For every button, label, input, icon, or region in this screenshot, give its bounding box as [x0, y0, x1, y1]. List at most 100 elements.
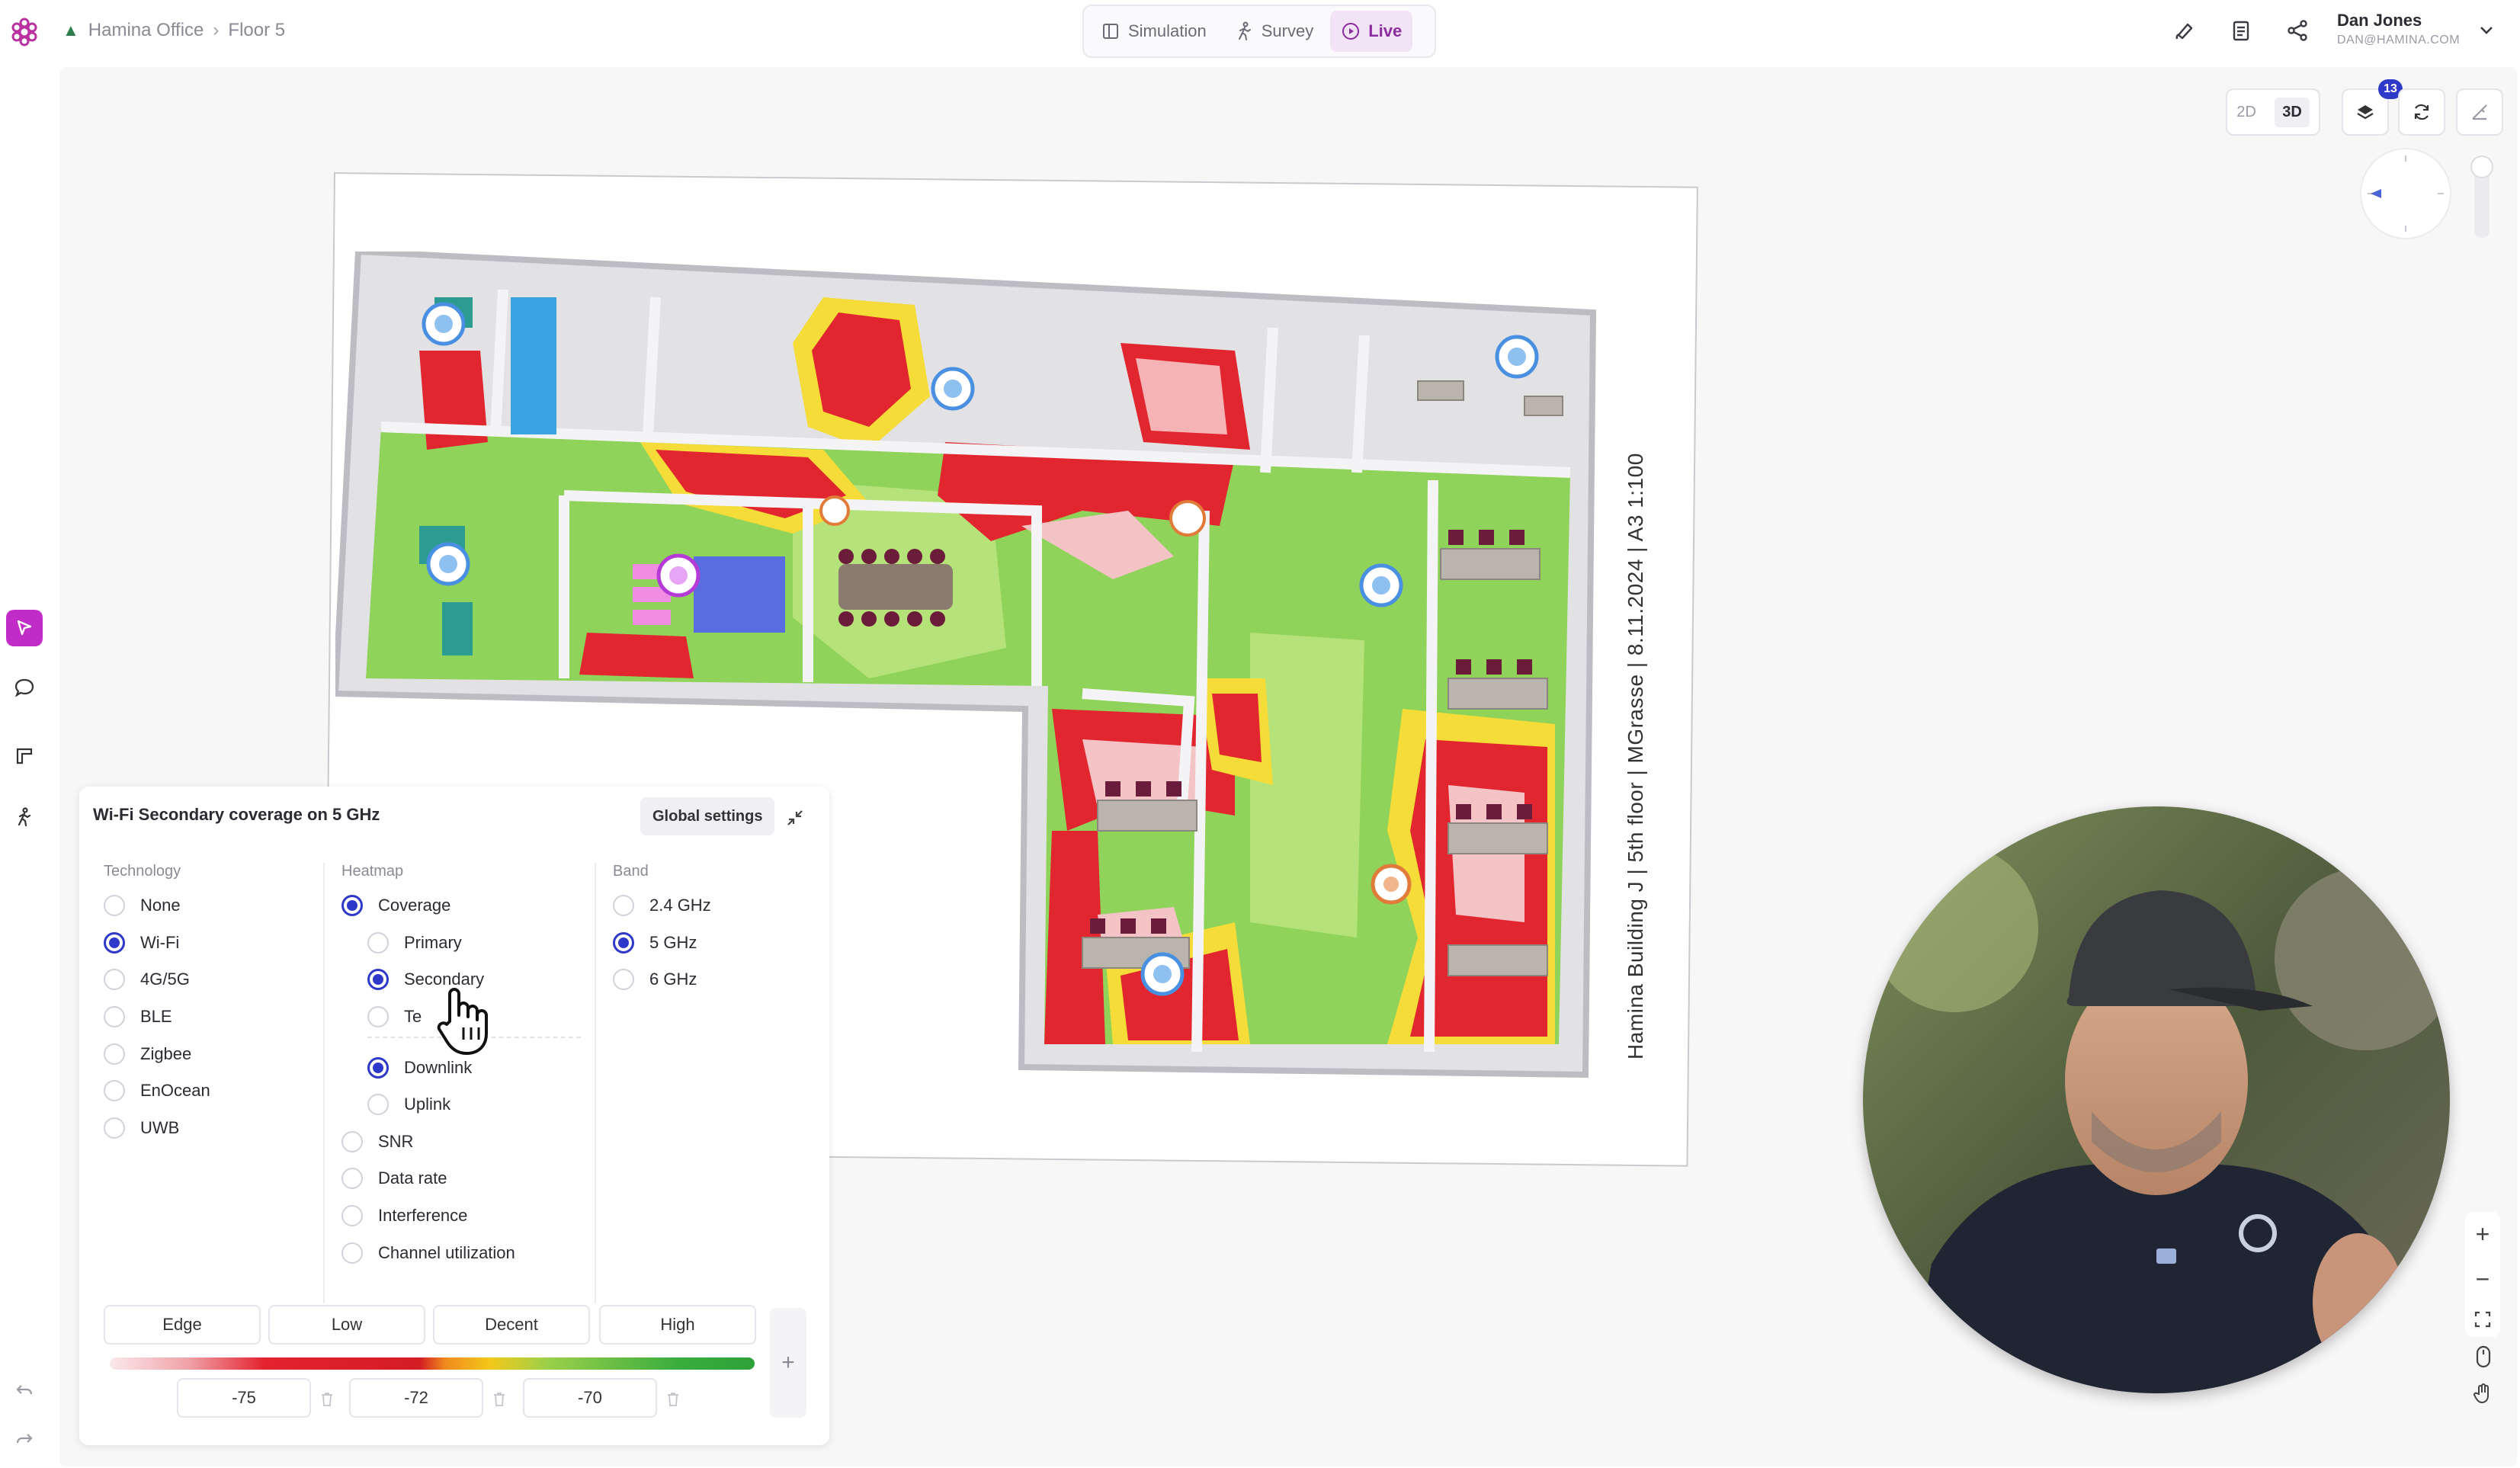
radio[interactable]: [341, 1242, 363, 1264]
zoom-in-button[interactable]: +: [2476, 1220, 2490, 1248]
chevron-down-icon[interactable]: [2476, 20, 2497, 41]
mode-survey-tab[interactable]: Survey: [1223, 11, 1324, 52]
breadcrumb-project[interactable]: Hamina Office: [88, 20, 204, 41]
heatmap-option-coverage[interactable]: Coverage: [341, 887, 581, 925]
user-menu[interactable]: Dan Jones DAN@HAMINA.COM: [2337, 11, 2460, 47]
trash-icon[interactable]: [492, 1392, 506, 1407]
column-divider: [323, 863, 325, 1303]
technology-option-zigbee[interactable]: Zigbee: [104, 1035, 210, 1072]
breadcrumb-floor[interactable]: Floor 5: [228, 20, 285, 41]
technology-option-enocean[interactable]: EnOcean: [104, 1072, 210, 1110]
radio[interactable]: [104, 1006, 125, 1028]
zoom-out-button[interactable]: −: [2476, 1265, 2490, 1293]
refresh-icon: [2414, 104, 2429, 120]
threshold-value-input[interactable]: -75: [177, 1378, 311, 1418]
technology-option-ble[interactable]: BLE: [104, 998, 210, 1036]
heatmap-option-channel-utilization[interactable]: Channel utilization: [341, 1234, 581, 1271]
radio-selected[interactable]: [104, 931, 125, 954]
collapse-panel-button[interactable]: [777, 800, 813, 835]
heatmap-option-snr[interactable]: SNR: [341, 1123, 581, 1161]
threshold-value-input[interactable]: -70: [523, 1378, 657, 1418]
access-point-icon: [819, 495, 850, 526]
hand-icon[interactable]: [2474, 1382, 2493, 1405]
radio[interactable]: [104, 1080, 125, 1102]
heatmap-option-data-rate[interactable]: Data rate: [341, 1160, 581, 1197]
radio[interactable]: [104, 1043, 125, 1065]
mode-label: Survey: [1261, 21, 1314, 40]
add-threshold-button[interactable]: +: [770, 1308, 806, 1418]
select-tool-button[interactable]: [6, 610, 43, 646]
technology-option-uwb[interactable]: UWB: [104, 1110, 210, 1147]
radio[interactable]: [341, 1205, 363, 1227]
comment-tool-button[interactable]: [6, 669, 43, 706]
threshold-high-button[interactable]: High: [599, 1305, 756, 1345]
mode-live-tab[interactable]: Live: [1330, 11, 1413, 52]
share-icon[interactable]: [2282, 15, 2313, 46]
heatmap-option-interference[interactable]: Interference: [341, 1197, 581, 1235]
radio[interactable]: [367, 931, 389, 954]
fit-screen-icon[interactable]: [2474, 1310, 2492, 1329]
compass-widget[interactable]: [2361, 149, 2450, 238]
band-option-2-4ghz[interactable]: 2.4 GHz: [613, 887, 711, 925]
presenter-webcam-video: [1863, 806, 2450, 1393]
option-label: 4G/5G: [140, 970, 190, 989]
measure-button[interactable]: [2456, 88, 2503, 136]
radio-selected[interactable]: [367, 969, 389, 991]
access-point-icon: [656, 553, 701, 598]
view-2d-button[interactable]: 2D: [2236, 104, 2256, 121]
direction-option-uplink[interactable]: Uplink: [341, 1086, 581, 1123]
band-column: Band 2.4 GHz 5 GHz 6 GHz: [613, 863, 711, 998]
radio[interactable]: [341, 1168, 363, 1190]
option-label: Zigbee: [140, 1043, 192, 1063]
walker-icon: [1238, 21, 1251, 40]
collapse-icon: [787, 810, 803, 825]
option-label: Channel utilization: [378, 1242, 515, 1262]
access-point-icon: [426, 542, 470, 586]
option-label: Wi-Fi: [140, 932, 180, 952]
global-settings-button[interactable]: Global settings: [640, 797, 775, 835]
threshold-decent-button[interactable]: Decent: [433, 1305, 590, 1345]
play-circle-icon: [1342, 23, 1360, 40]
undo-icon: [16, 1385, 33, 1395]
coverage-option-primary[interactable]: Primary: [341, 925, 581, 962]
technology-option-wifi[interactable]: Wi-Fi: [104, 925, 210, 962]
radio-selected[interactable]: [341, 895, 363, 917]
radio[interactable]: [367, 1094, 389, 1116]
option-label: SNR: [378, 1131, 414, 1151]
hamina-logo-icon[interactable]: [8, 15, 41, 49]
report-icon[interactable]: [2226, 15, 2256, 46]
trash-icon[interactable]: [320, 1392, 334, 1407]
paint-icon[interactable]: [2169, 15, 2200, 46]
walls-tool-button[interactable]: [6, 738, 43, 774]
access-point-icon: [1359, 563, 1403, 607]
threshold-value-input[interactable]: -72: [349, 1378, 483, 1418]
technology-option-none[interactable]: None: [104, 887, 210, 925]
radio[interactable]: [613, 969, 634, 991]
radio[interactable]: [104, 1117, 125, 1139]
band-option-5ghz[interactable]: 5 GHz: [613, 925, 711, 962]
threshold-edge-button[interactable]: Edge: [104, 1305, 261, 1345]
refresh-button[interactable]: [2398, 88, 2445, 136]
access-point-icon: [1169, 500, 1206, 537]
radio[interactable]: [104, 969, 125, 991]
user-name: Dan Jones: [2337, 11, 2422, 30]
redo-button[interactable]: [6, 1421, 43, 1457]
survey-tool-button[interactable]: [6, 799, 43, 835]
threshold-low-button[interactable]: Low: [268, 1305, 425, 1345]
radio-selected[interactable]: [367, 1056, 389, 1079]
radio-selected[interactable]: [613, 931, 634, 954]
walker-icon: [18, 807, 31, 827]
trash-icon[interactable]: [666, 1392, 680, 1407]
coverage-lightgreen: [1250, 633, 1364, 938]
radio[interactable]: [104, 895, 125, 917]
view-3d-button[interactable]: 3D: [2275, 97, 2310, 127]
radio[interactable]: [341, 1130, 363, 1152]
undo-button[interactable]: [6, 1372, 43, 1409]
band-option-6ghz[interactable]: 6 GHz: [613, 961, 711, 998]
mode-simulation-tab[interactable]: Simulation: [1090, 11, 1217, 52]
radio[interactable]: [613, 895, 634, 917]
mouse-icon[interactable]: [2475, 1345, 2492, 1368]
radio[interactable]: [367, 1006, 389, 1028]
tilt-slider-handle[interactable]: [2472, 157, 2492, 177]
technology-option-4g5g[interactable]: 4G/5G: [104, 961, 210, 998]
